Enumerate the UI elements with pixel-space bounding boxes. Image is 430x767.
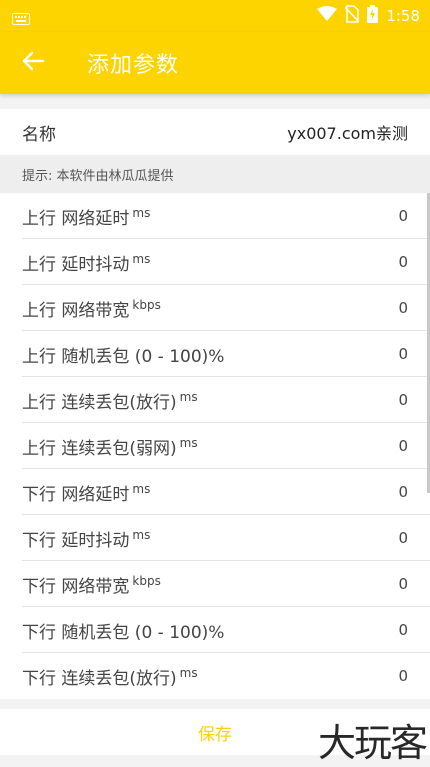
- param-row-down-random-loss[interactable]: 下行 随机丢包 (0 - 100)% 0: [0, 607, 430, 653]
- param-value: 0: [398, 299, 408, 317]
- param-row-up-random-loss[interactable]: 上行 随机丢包 (0 - 100)% 0: [0, 331, 430, 377]
- param-row-down-bandwidth[interactable]: 下行 网络带宽 kbps 0: [0, 561, 430, 607]
- param-label: 下行 延时抖动 ms: [22, 527, 151, 551]
- param-value: 0: [398, 207, 408, 225]
- battery-charging-icon: [367, 5, 379, 27]
- param-value: 0: [398, 391, 408, 409]
- param-row-up-bandwidth[interactable]: 上行 网络带宽 kbps 0: [0, 285, 430, 331]
- param-value: 0: [398, 345, 408, 363]
- back-button[interactable]: [16, 46, 50, 80]
- name-value[interactable]: yx007.com亲测: [287, 120, 408, 144]
- param-row-up-burst-loss-pass[interactable]: 上行 连续丢包(放行) ms 0: [0, 377, 430, 423]
- param-label: 下行 连续丢包(放行) ms: [22, 665, 198, 689]
- param-value: 0: [398, 437, 408, 455]
- param-label: 上行 网络延时 ms: [22, 205, 151, 229]
- param-label: 上行 连续丢包(弱网) ms: [22, 435, 198, 459]
- param-label: 下行 网络带宽 kbps: [22, 573, 161, 597]
- param-value: 0: [398, 253, 408, 271]
- param-label: 上行 延时抖动 ms: [22, 251, 151, 275]
- param-row-down-latency[interactable]: 下行 网络延时 ms 0: [0, 469, 430, 515]
- param-list: 上行 网络延时 ms 0 上行 延时抖动 ms 0 上行 网络带宽 kbps 0 上行…: [0, 193, 430, 699]
- wifi-icon: [317, 6, 338, 26]
- keyboard-icon: [12, 10, 30, 29]
- param-label: 上行 网络带宽 kbps: [22, 297, 161, 321]
- watermark-logo: 大玩客: [317, 721, 428, 765]
- param-row-down-burst-loss-pass[interactable]: 下行 连续丢包(放行) ms 0: [0, 653, 430, 699]
- param-label: 上行 随机丢包 (0 - 100)%: [22, 346, 225, 367]
- param-value: 0: [398, 621, 408, 639]
- page-title: 添加参数: [87, 53, 180, 78]
- param-row-up-jitter[interactable]: 上行 延时抖动 ms 0: [0, 239, 430, 285]
- param-label: 上行 连续丢包(放行) ms: [22, 389, 198, 413]
- param-row-up-latency[interactable]: 上行 网络延时 ms 0: [0, 193, 430, 239]
- param-value: 0: [398, 575, 408, 593]
- hint-text: 提示: 本软件由林瓜瓜提供: [0, 155, 430, 193]
- param-row-up-burst-loss-weak[interactable]: 上行 连续丢包(弱网) ms 0: [0, 423, 430, 469]
- param-row-down-jitter[interactable]: 下行 延时抖动 ms 0: [0, 515, 430, 561]
- param-value: 0: [398, 483, 408, 501]
- status-bar: 1:58: [0, 0, 430, 32]
- status-time: 1:58: [386, 7, 420, 25]
- arrow-left-icon: [22, 51, 45, 75]
- app-bar: 添加参数: [0, 32, 430, 94]
- param-label: 下行 随机丢包 (0 - 100)%: [22, 622, 225, 643]
- param-value: 0: [398, 667, 408, 685]
- name-field-row[interactable]: 名称 yx007.com亲测: [0, 109, 430, 155]
- save-label: 保存: [198, 724, 232, 745]
- no-sim-icon: [344, 5, 360, 27]
- param-label: 下行 网络延时 ms: [22, 481, 151, 505]
- name-label: 名称: [22, 124, 56, 145]
- param-value: 0: [398, 529, 408, 547]
